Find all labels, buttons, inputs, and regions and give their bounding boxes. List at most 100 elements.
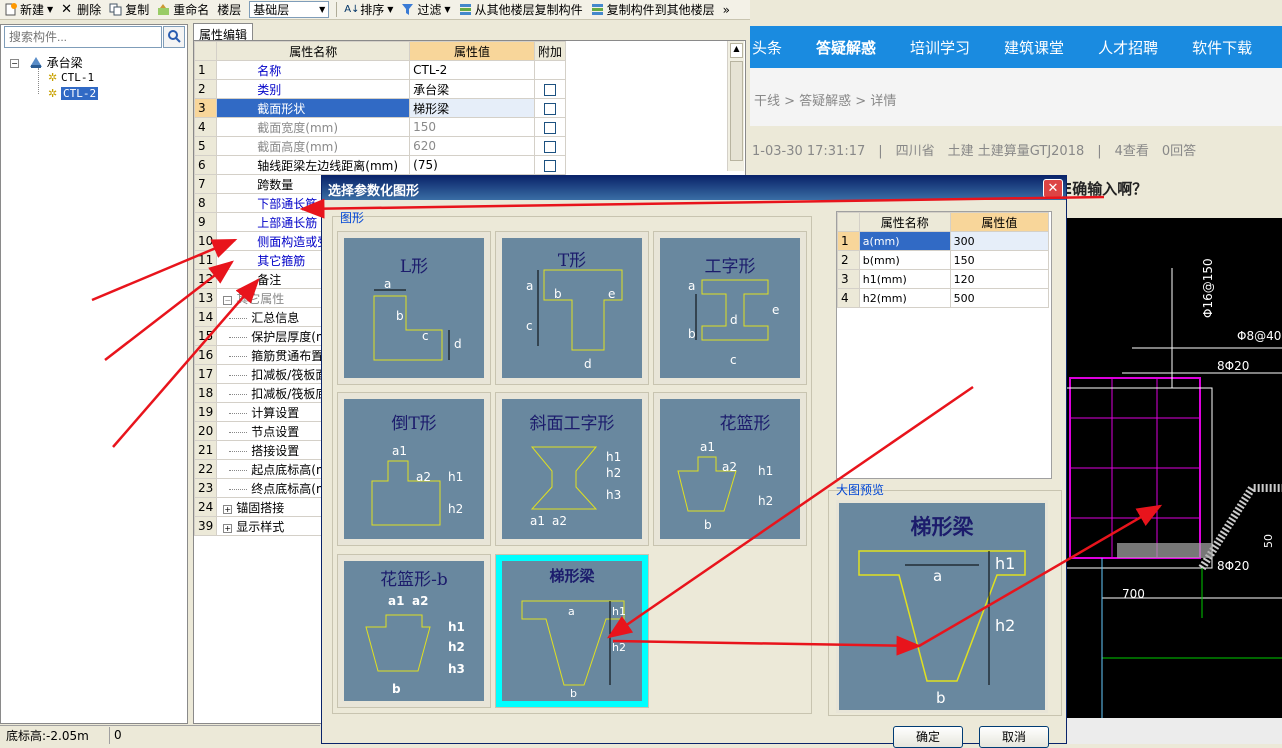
shape-tile-slanted-i[interactable]: 斜面工字形 h1 h2 h3 a1 a2 bbox=[495, 392, 649, 546]
rename-button[interactable]: 重命名 bbox=[153, 0, 213, 19]
property-value[interactable]: 梯形梁 bbox=[409, 98, 535, 118]
trapezoid-shape-icon: a h1 h2 b bbox=[521, 600, 626, 700]
delete-button[interactable]: ✕ 删除 bbox=[57, 0, 105, 19]
scroll-up-icon[interactable]: ▲ bbox=[730, 43, 743, 58]
property-extra bbox=[533, 117, 567, 137]
extra-checkbox[interactable] bbox=[543, 121, 556, 134]
property-value[interactable]: (75) bbox=[409, 155, 535, 175]
new-button[interactable]: 新建 ▼ bbox=[0, 0, 57, 19]
collapse-icon[interactable]: − bbox=[223, 295, 233, 305]
parameter-value[interactable]: 500 bbox=[949, 288, 1050, 308]
property-value[interactable]: 承台梁 bbox=[409, 79, 535, 99]
inverted-t-shape-icon: a1 a2 h1 h2 bbox=[371, 444, 463, 526]
nav-item-qa[interactable]: 答疑解惑 bbox=[816, 37, 876, 58]
tab-property-editor[interactable]: 属性编辑 bbox=[193, 23, 253, 42]
property-row[interactable]: 3 截面形状 梯形梁 bbox=[193, 98, 567, 118]
extra-checkbox[interactable] bbox=[543, 140, 556, 153]
property-value[interactable]: 620 bbox=[409, 136, 535, 156]
close-button[interactable]: ✕ bbox=[1043, 179, 1063, 198]
extra-checkbox[interactable] bbox=[543, 159, 556, 172]
search-button[interactable] bbox=[163, 26, 185, 48]
property-scrollbar[interactable]: ▲ bbox=[727, 41, 744, 171]
floor-select[interactable]: 基础层 ▼ bbox=[249, 1, 330, 18]
property-row[interactable]: 1 名称 CTL-2 bbox=[193, 60, 567, 80]
svg-text:a2: a2 bbox=[416, 470, 431, 484]
svg-text:b: b bbox=[396, 309, 404, 323]
layers-icon bbox=[459, 3, 472, 16]
property-row[interactable]: 5 截面高度(mm) 620 bbox=[193, 136, 567, 156]
property-value[interactable]: 150 bbox=[409, 117, 535, 137]
gear-icon: ✲ bbox=[48, 87, 58, 100]
parameter-row[interactable]: 2 b(mm) 150 bbox=[837, 250, 1050, 270]
collapse-icon[interactable]: − bbox=[10, 59, 19, 68]
row-number: 39 bbox=[193, 516, 218, 536]
copy-button[interactable]: 复制 bbox=[105, 0, 153, 19]
shape-tile-t[interactable]: T形 a b c d e bbox=[495, 231, 649, 385]
parameter-value[interactable]: 120 bbox=[949, 269, 1050, 289]
row-number: 24 bbox=[193, 497, 218, 517]
cad-label: Φ8@400 bbox=[1237, 329, 1282, 343]
row-number: 19 bbox=[193, 402, 218, 422]
copy-to-label: 复制构件到其他楼层 bbox=[606, 3, 715, 17]
sort-icon: A↓ bbox=[344, 4, 360, 15]
copy-to-floor-button[interactable]: 复制构件到其他楼层 bbox=[587, 0, 719, 19]
shape-tile-i[interactable]: 工字形 a b c d e bbox=[653, 231, 807, 385]
svg-text:b: b bbox=[704, 518, 712, 532]
copy-from-floor-button[interactable]: 从其他楼层复制构件 bbox=[455, 0, 587, 19]
close-icon: ✕ bbox=[1047, 181, 1059, 196]
rename-icon bbox=[157, 3, 170, 16]
search-input[interactable] bbox=[4, 26, 162, 48]
sort-button[interactable]: A↓ 排序 ▼ bbox=[340, 0, 397, 19]
property-value[interactable]: CTL-2 bbox=[409, 60, 535, 80]
expand-icon[interactable]: + bbox=[223, 523, 233, 533]
svg-text:h2: h2 bbox=[448, 640, 465, 654]
parameter-row[interactable]: 4 h2(mm) 500 bbox=[837, 288, 1050, 308]
shape-tile-inverted-t[interactable]: 倒T形 a1 a2 h1 h2 bbox=[337, 392, 491, 546]
nav-item-jobs[interactable]: 人才招聘 bbox=[1098, 37, 1158, 58]
scroll-thumb[interactable] bbox=[730, 61, 743, 161]
delete-label: 删除 bbox=[77, 3, 102, 17]
toolbar-overflow-button[interactable]: » bbox=[719, 0, 734, 19]
svg-text:a2: a2 bbox=[552, 514, 567, 528]
shape-tile-basket[interactable]: 花篮形 a1 a2 h1 h2 b bbox=[653, 392, 807, 546]
shape-tile-basket-b[interactable]: 花篮形-b a1 a2 h1 h2 h3 b bbox=[337, 554, 491, 708]
extra-checkbox[interactable] bbox=[543, 83, 556, 96]
row-number: 4 bbox=[837, 288, 860, 308]
cancel-button[interactable]: 取消 bbox=[979, 726, 1049, 748]
parameter-row[interactable]: 1 a(mm) 300 bbox=[837, 231, 1050, 251]
nav-item-download[interactable]: 软件下载 bbox=[1192, 37, 1252, 58]
l-shape-icon: a b c d bbox=[373, 277, 462, 361]
tree-branch-icon bbox=[229, 355, 248, 357]
floor-label: 楼层 bbox=[217, 3, 242, 17]
tree-item-ctl-1[interactable]: ✲ CTL-1 bbox=[48, 70, 94, 84]
property-row[interactable]: 4 截面宽度(mm) 150 bbox=[193, 117, 567, 137]
parameter-value[interactable]: 300 bbox=[949, 231, 1050, 251]
parameter-value[interactable]: 150 bbox=[949, 250, 1050, 270]
row-number: 8 bbox=[193, 193, 218, 213]
shape-tile-l[interactable]: L形 a b c d bbox=[337, 231, 491, 385]
expand-icon[interactable]: + bbox=[223, 504, 233, 514]
shape-tile-trapezoid[interactable]: 梯形梁 a h1 h2 b bbox=[495, 554, 649, 708]
nav-item-training[interactable]: 培训学习 bbox=[910, 37, 970, 58]
nav-item-headline[interactable]: 头条 bbox=[752, 37, 782, 58]
cad-label: Φ16@150 bbox=[1201, 258, 1215, 318]
property-row[interactable]: 2 类别 承台梁 bbox=[193, 79, 567, 99]
filter-button[interactable]: 过滤 ▼ bbox=[397, 0, 454, 19]
status-bar: 底标高:-2.05m 0 bbox=[0, 725, 320, 744]
row-number: 13 bbox=[193, 288, 218, 308]
property-name: 轴线距梁左边线距离(mm) bbox=[216, 155, 411, 175]
tree-item-ctl-2[interactable]: ✲ CTL-2 bbox=[48, 86, 99, 100]
svg-text:a: a bbox=[384, 277, 391, 291]
property-name: 截面高度(mm) bbox=[216, 136, 411, 156]
extra-checkbox[interactable] bbox=[543, 102, 556, 115]
parameter-row[interactable]: 3 h1(mm) 120 bbox=[837, 269, 1050, 289]
nav-item-classroom[interactable]: 建筑课堂 bbox=[1004, 37, 1064, 58]
row-number: 9 bbox=[193, 212, 218, 232]
svg-text:d: d bbox=[454, 337, 462, 351]
svg-text:h1: h1 bbox=[448, 470, 463, 484]
property-extra bbox=[533, 60, 567, 80]
ok-button[interactable]: 确定 bbox=[893, 726, 963, 748]
svg-text:h2: h2 bbox=[606, 466, 621, 480]
svg-text:d: d bbox=[584, 357, 592, 371]
property-row[interactable]: 6 轴线距梁左边线距离(mm) (75) bbox=[193, 155, 567, 175]
